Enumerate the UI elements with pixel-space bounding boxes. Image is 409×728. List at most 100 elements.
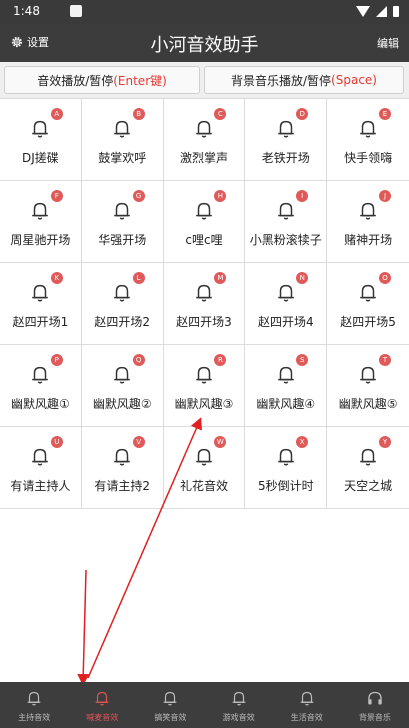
nav-item[interactable]: 主持音效 — [0, 682, 68, 728]
hotkey-badge: P — [50, 354, 63, 366]
sound-button[interactable]: F 周星驰开场 — [0, 181, 82, 262]
bell-icon — [300, 691, 314, 706]
sound-label: 幽默风趣④ — [256, 397, 316, 411]
sound-grid: A DJ搓碟 B 鼓掌欢呼 C 激烈掌声 D 老铁开场 E 快手领嗨 F 周星驰开场 G 华强开场 Hc哩c… — [0, 99, 409, 509]
bell-icon — [27, 691, 41, 706]
hotkey-badge: L — [132, 272, 145, 284]
hotkey-badge: N — [296, 272, 309, 284]
status-indicators — [356, 6, 399, 17]
bell-icon — [32, 366, 49, 384]
sound-label: 幽默风趣① — [11, 397, 70, 411]
bgm-play-pause-label: 背景音乐播放/暂停 — [231, 73, 332, 88]
sound-label: 老铁开场 — [261, 151, 310, 165]
sound-button[interactable]: B 鼓掌欢呼 — [82, 99, 164, 180]
bell-icon — [196, 202, 212, 220]
sound-label: 赵四开场3 — [176, 315, 232, 329]
sound-button[interactable]: J 赌神开场 — [327, 181, 409, 262]
nav-item[interactable]: 背景音乐 — [341, 682, 409, 728]
sound-row: A DJ搓碟 B 鼓掌欢呼 C 激烈掌声 D 老铁开场 E 快手领嗨 — [0, 99, 409, 181]
sound-button[interactable]: I 小黑粉滚犊子 — [245, 181, 328, 262]
sound-button[interactable]: N 赵四开场4 — [245, 263, 328, 344]
sound-button[interactable]: C 激烈掌声 — [164, 99, 246, 180]
bell-icon — [114, 202, 130, 220]
bell-icon — [114, 366, 130, 384]
sound-button[interactable]: G 华强开场 — [82, 181, 164, 262]
sound-button[interactable]: O 赵四开场5 — [327, 263, 409, 344]
sound-label: 周星驰开场 — [10, 233, 71, 247]
nav-item[interactable]: 搞笑音效 — [136, 682, 204, 728]
nav-item[interactable]: 生活音效 — [273, 682, 341, 728]
sound-button[interactable]: E 快手领嗨 — [327, 99, 409, 180]
hotkey-badge: V — [132, 436, 145, 448]
bell-icon — [232, 691, 245, 706]
hotkey-badge: C — [214, 108, 227, 120]
sound-button[interactable]: K 赵四开场1 — [0, 263, 82, 344]
nav-item[interactable]: 游戏音效 — [205, 682, 273, 728]
sound-label: 有请主持2 — [94, 479, 151, 493]
sound-label: 鼓掌欢呼 — [98, 151, 147, 165]
sound-button[interactable]: Hc哩c哩 — [164, 181, 246, 262]
bell-icon — [114, 120, 130, 138]
sound-label: c哩c哩 — [185, 233, 223, 247]
sound-label: 华强开场 — [98, 233, 147, 247]
hotkey-badge: K — [50, 272, 63, 284]
signal-icon — [376, 6, 387, 17]
sound-row: U 有请主持人 V 有请主持2 W 礼花音效 X 5秒倒计时 Y 天空之城 — [0, 427, 409, 509]
bgm-play-pause-button[interactable]: 背景音乐播放/暂停 (Space) — [204, 66, 404, 94]
bell-icon — [32, 284, 49, 302]
sound-label: 小黑粉滚犊子 — [249, 233, 322, 247]
bell-icon — [360, 284, 376, 302]
playback-controls: 音效播放/暂停 (Enter键) 背景音乐播放/暂停 (Space) — [0, 62, 409, 99]
sound-button[interactable]: L 赵四开场2 — [82, 263, 164, 344]
sfx-play-pause-label: 音效播放/暂停 — [37, 73, 114, 88]
sound-button[interactable]: W 礼花音效 — [164, 427, 246, 508]
sound-label: 赌神开场 — [344, 233, 393, 247]
hotkey-badge: D — [296, 108, 309, 120]
bell-icon — [164, 691, 177, 706]
sound-button[interactable]: A DJ搓碟 — [0, 99, 82, 180]
headphones-icon — [368, 691, 382, 705]
bgm-shortcut-key: (Space) — [331, 73, 377, 87]
sound-button[interactable]: S 幽默风趣④ — [245, 345, 328, 426]
sound-button[interactable]: D 老铁开场 — [245, 99, 328, 180]
nav-label: 喊麦音效 — [86, 713, 119, 722]
nav-label: 游戏音效 — [222, 713, 255, 722]
bell-icon — [196, 366, 212, 384]
bell-icon — [95, 691, 109, 706]
sound-button[interactable]: P 幽默风趣① — [0, 345, 82, 426]
hotkey-badge: O — [378, 272, 391, 284]
sound-row: P 幽默风趣① Q 幽默风趣② R 幽默风趣③ S 幽默风趣④ T 幽默风趣⑤ — [0, 345, 409, 427]
status-bar: 1:48 — [0, 0, 409, 24]
sound-label: 快手领嗨 — [344, 151, 393, 165]
hotkey-badge: F — [50, 190, 63, 202]
bell-icon — [277, 448, 294, 466]
sound-button[interactable]: U 有请主持人 — [0, 427, 82, 508]
sound-button[interactable]: R 幽默风趣③ — [164, 345, 246, 426]
nav-label: 主持音效 — [18, 713, 51, 722]
hotkey-badge: U — [50, 436, 63, 448]
bell-icon — [32, 120, 49, 138]
hotkey-badge: R — [214, 354, 227, 366]
sound-label: DJ搓碟 — [22, 151, 59, 165]
sound-label: 有请主持人 — [10, 479, 71, 493]
sound-button[interactable]: M 赵四开场3 — [164, 263, 246, 344]
sound-button[interactable]: X 5秒倒计时 — [245, 427, 328, 508]
bell-icon — [196, 448, 212, 466]
edit-button[interactable]: 编辑 — [377, 35, 399, 51]
sound-button[interactable]: T 幽默风趣⑤ — [327, 345, 409, 426]
wifi-icon — [356, 6, 370, 17]
bell-icon — [360, 366, 376, 384]
sound-button[interactable]: V 有请主持2 — [82, 427, 164, 508]
nav-item[interactable]: 喊麦音效 — [68, 682, 136, 728]
sfx-play-pause-button[interactable]: 音效播放/暂停 (Enter键) — [4, 66, 200, 94]
sound-label: 5秒倒计时 — [257, 479, 314, 493]
bell-icon — [114, 448, 130, 466]
bell-icon — [277, 120, 294, 138]
sound-button[interactable]: Q 幽默风趣② — [82, 345, 164, 426]
sound-label: 幽默风趣③ — [174, 397, 234, 411]
bell-icon — [32, 448, 49, 466]
hotkey-badge: Q — [132, 354, 145, 366]
hotkey-badge: A — [50, 108, 63, 120]
sound-button[interactable]: Y 天空之城 — [327, 427, 409, 508]
hotkey-badge: T — [378, 354, 391, 366]
